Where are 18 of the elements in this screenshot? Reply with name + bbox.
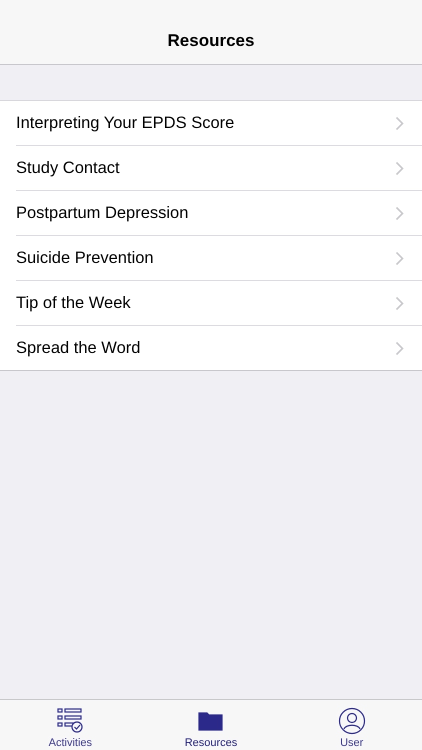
tab[interactable]: Activities — [0, 700, 141, 750]
chevron-icon — [395, 116, 404, 130]
chevron-icon — [395, 250, 404, 266]
resource-row[interactable]: Interpreting Your EPDS Score — [16, 101, 422, 146]
checklist-icon — [56, 707, 84, 735]
resource-row[interactable]: Spread the Word — [16, 326, 422, 370]
chevron-icon — [395, 296, 404, 310]
user-icon — [338, 707, 366, 735]
resource-row[interactable]: Suicide Prevention — [16, 236, 422, 281]
tab[interactable]: User — [281, 700, 422, 750]
resource-row[interactable]: Postpartum Depression — [16, 191, 422, 236]
chevron-icon — [395, 206, 404, 220]
resource-row[interactable]: Study Contact — [16, 146, 422, 191]
tab[interactable]: Resources — [140, 700, 282, 750]
resource-row[interactable]: Tip of the Week — [16, 281, 422, 326]
chevron-icon — [395, 340, 404, 356]
nav-title: Resources — [168, 31, 254, 51]
chevron-icon — [395, 160, 404, 176]
